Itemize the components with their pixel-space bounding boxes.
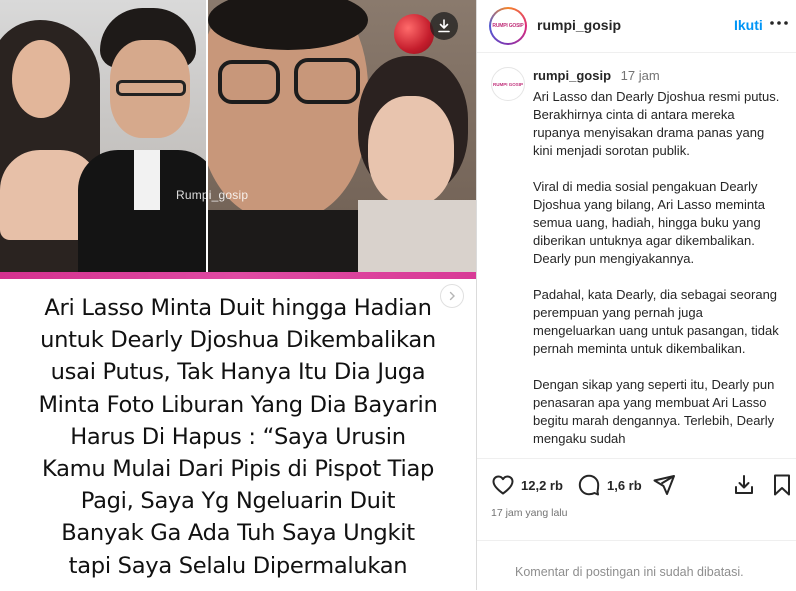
download-icon[interactable] [732,473,756,497]
post-header: RUMPI GOSIP rumpi_gosip Ikuti [477,0,796,53]
like-count[interactable]: 12,2 rb [521,478,563,493]
post-media: Rumpi_gosip Ari Lasso Minta Duit hingga … [0,0,476,590]
watermark-text: Rumpi_gosip [176,188,249,202]
bookmark-action [771,473,793,497]
headline-line: tapi Saya Selalu Dipermalukan [68,552,408,579]
caption-text: Ari Lasso dan Dearly Djoshua resmi putus… [533,89,780,446]
action-bar: 12,2 rb 1,6 rb 17 jam yang lalu [477,458,796,531]
caption-section: RUMPI GOSIP rumpi_gosip 17 jam Ari Lasso… [477,53,796,458]
photo-couple-left [0,0,206,272]
download-button[interactable] [430,12,458,40]
avatar-logo: RUMPI GOSIP [491,9,525,43]
headline-line: Minta Foto Liburan Yang Dia Bayarin [38,391,438,418]
follow-button[interactable]: Ikuti [734,17,763,33]
comment-bar: Komentar di postingan ini sudah dibatasi… [477,540,796,591]
download-icon [438,19,450,33]
caption-username[interactable]: rumpi_gosip [533,68,611,83]
caption-avatar[interactable]: RUMPI GOSIP [491,67,525,101]
headline-line: untuk Dearly Djoshua Dikembalikan [40,327,436,354]
caption-header: rumpi_gosip 17 jam [533,68,660,83]
more-icon [770,21,788,25]
headline-line: usai Putus, Tak Hanya Itu Dia Juga [50,359,426,386]
like-action: 12,2 rb [491,473,563,497]
photo-couple-right [208,0,476,272]
heart-icon[interactable] [491,473,515,497]
post-sidebar: RUMPI GOSIP rumpi_gosip Ikuti RUMPI GOSI… [476,0,796,590]
share-action [652,473,676,497]
share-icon[interactable] [652,473,676,497]
headline-line: Kamu Mulai Dari Pipis di Pispot Tiap [41,456,435,483]
more-options-button[interactable] [768,12,790,39]
headline-line: Banyak Ga Ada Tuh Saya Ungkit [61,520,415,547]
download-action [732,473,756,497]
headline-line: Harus Di Hapus : “Saya Urusin [70,423,406,450]
bookmark-icon[interactable] [771,473,793,497]
caption-time: 17 jam [620,68,660,83]
comments-limited-text: Komentar di postingan ini sudah dibatasi… [515,565,744,579]
header-username[interactable]: rumpi_gosip [537,17,621,33]
pink-divider [0,272,476,279]
comment-icon[interactable] [577,473,601,497]
posted-time: 17 jam yang lalu [491,507,568,519]
headline-text: Ari Lasso Minta Duit hingga Hadian untuk… [0,292,476,582]
headline-line: Pagi, Saya Yg Ngeluarin Duit [80,488,396,515]
headline-line: Ari Lasso Minta Duit hingga Hadian [44,295,432,321]
comment-count[interactable]: 1,6 rb [607,478,642,493]
comment-action: 1,6 rb [577,473,642,497]
avatar[interactable]: RUMPI GOSIP [489,7,527,45]
